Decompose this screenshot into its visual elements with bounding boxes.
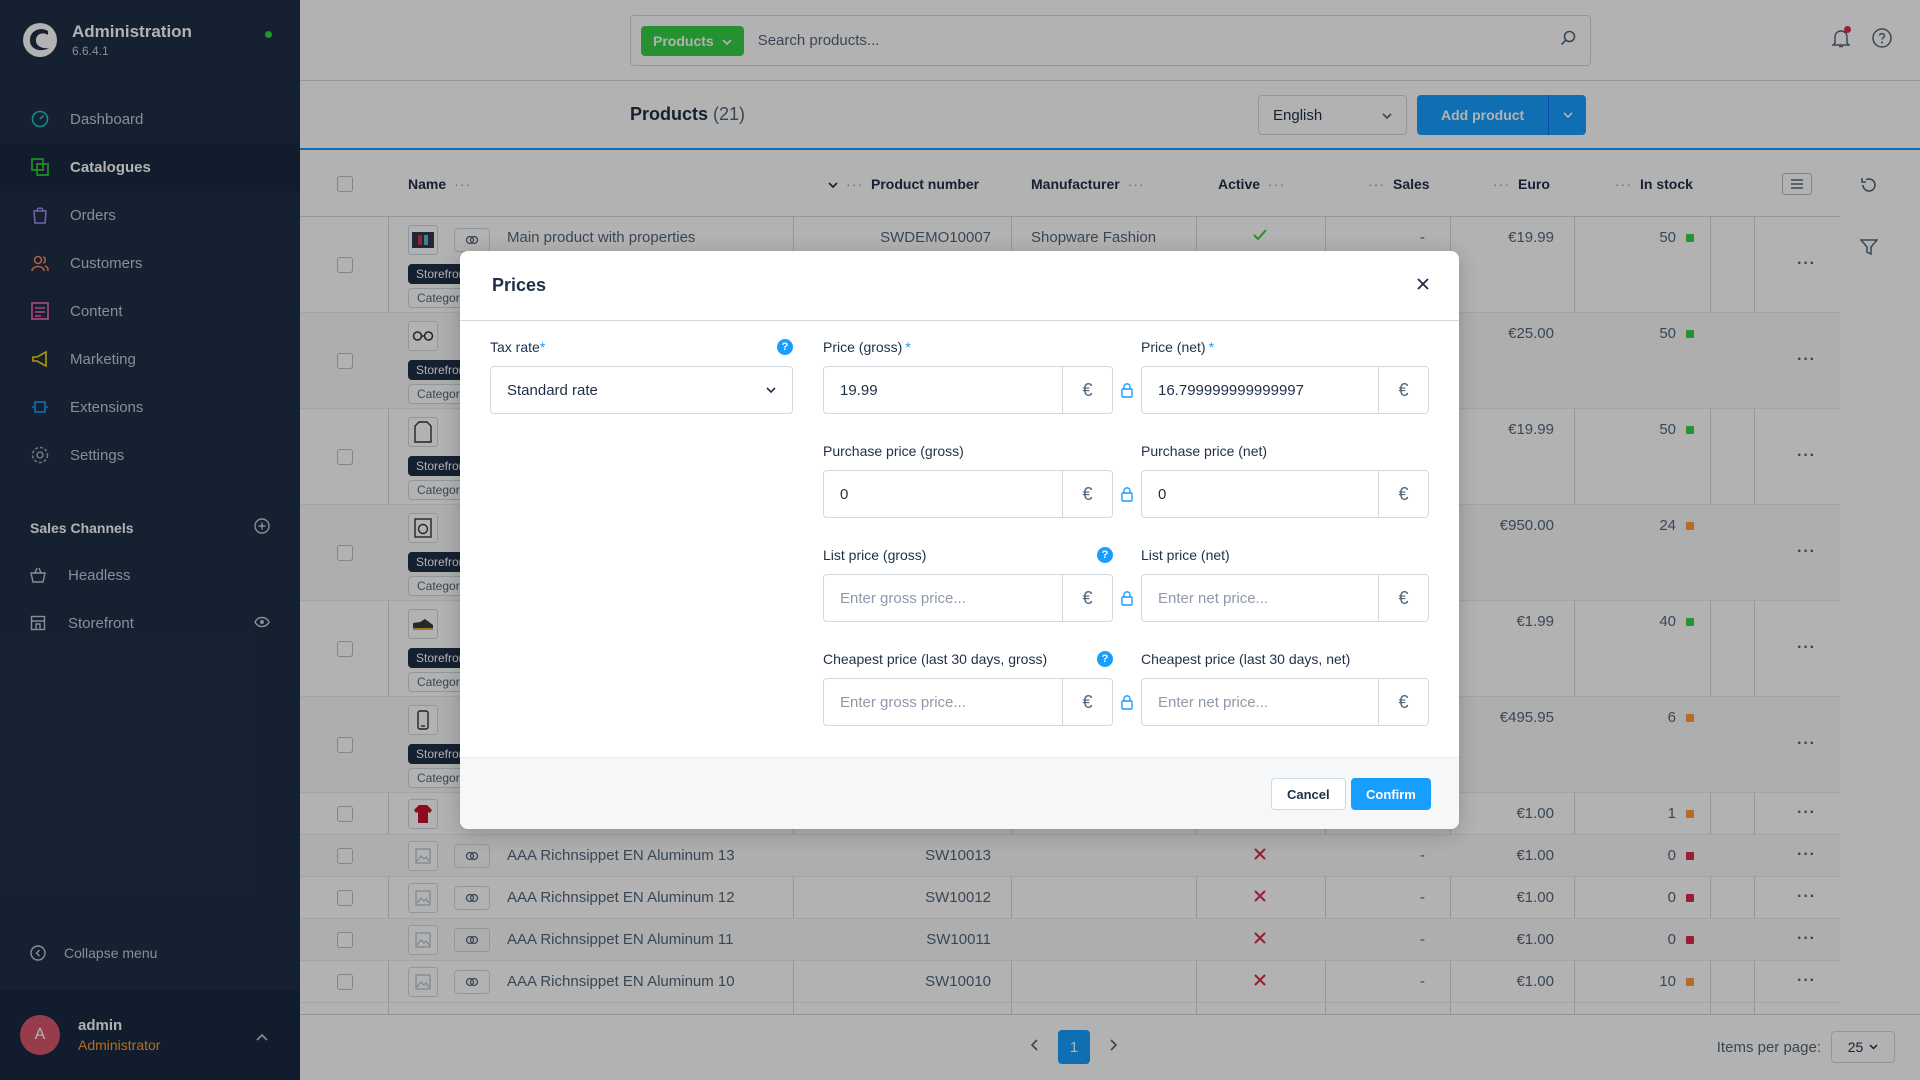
list-gross-field: € [823, 574, 1113, 622]
price-gross-field: € [823, 366, 1113, 414]
purchase-gross-input[interactable] [824, 471, 1062, 517]
help-icon[interactable]: ? [1097, 651, 1113, 667]
price-net-field: € [1141, 366, 1429, 414]
help-icon[interactable]: ? [1097, 547, 1113, 563]
chevron-down-icon [766, 386, 776, 393]
purchase-net-input[interactable] [1142, 471, 1378, 517]
cancel-button[interactable]: Cancel [1271, 778, 1346, 810]
modal-header: Prices [460, 251, 1459, 321]
required-mark: * [539, 339, 546, 355]
euro-icon: € [1062, 367, 1112, 413]
label-text: List price (gross) [823, 547, 927, 563]
lock-icon[interactable] [1120, 589, 1134, 607]
modal-title: Prices [492, 275, 547, 295]
label-text: Cheapest price (last 30 days, gross) [823, 651, 1048, 667]
list-gross-input[interactable] [824, 575, 1062, 621]
modal-body: Tax rate* ? Standard rate Price (gross) *… [460, 321, 1459, 757]
cheapest-gross-label: Cheapest price (last 30 days, gross) ? [823, 651, 1113, 667]
cheapest-gross-field: € [823, 678, 1113, 726]
euro-icon: € [1378, 575, 1428, 621]
cheapest-net-input[interactable] [1142, 679, 1378, 725]
euro-icon: € [1062, 679, 1112, 725]
required-mark: * [1208, 339, 1215, 355]
list-net-label: List price (net) [1141, 547, 1230, 563]
label-text: Cheapest price (last 30 days, net) [1141, 651, 1351, 667]
purchase-net-label: Purchase price (net) [1141, 443, 1267, 459]
prices-modal: Prices Tax rate* ? Standard rate Price (… [460, 251, 1459, 829]
cheapest-net-field: € [1141, 678, 1429, 726]
euro-icon: € [1378, 367, 1428, 413]
label-text: Price (net) [1141, 339, 1206, 355]
tax-rate-select[interactable]: Standard rate [490, 366, 793, 414]
label-text: List price (net) [1141, 547, 1230, 563]
list-net-input[interactable] [1142, 575, 1378, 621]
lock-icon[interactable] [1120, 693, 1134, 711]
select-value: Standard rate [507, 381, 598, 399]
confirm-button[interactable]: Confirm [1351, 778, 1431, 810]
euro-icon: € [1062, 575, 1112, 621]
help-icon[interactable]: ? [777, 339, 793, 355]
cheapest-gross-input[interactable] [824, 679, 1062, 725]
label-text: Tax rate [490, 339, 540, 355]
purchase-gross-label: Purchase price (gross) [823, 443, 964, 459]
price-net-input[interactable] [1142, 367, 1378, 413]
required-mark: * [905, 339, 911, 355]
label-text: Price (gross) [823, 339, 903, 355]
lock-icon[interactable] [1120, 381, 1134, 399]
euro-icon: € [1378, 471, 1428, 517]
purchase-net-field: € [1141, 470, 1429, 518]
close-icon[interactable] [1417, 277, 1429, 295]
label-text: Purchase price (net) [1141, 443, 1268, 459]
modal-footer: Cancel Confirm [460, 757, 1459, 829]
euro-icon: € [1378, 679, 1428, 725]
list-gross-label: List price (gross) ? [823, 547, 1113, 563]
purchase-gross-field: € [823, 470, 1113, 518]
price-gross-label: Price (gross) * [823, 339, 911, 355]
cheapest-net-label: Cheapest price (last 30 days, net) [1141, 651, 1350, 667]
label-text: Purchase price (gross) [823, 443, 964, 459]
price-gross-input[interactable] [824, 367, 1062, 413]
lock-icon[interactable] [1120, 485, 1134, 503]
tax-rate-label: Tax rate* ? [490, 339, 793, 355]
euro-icon: € [1062, 471, 1112, 517]
price-net-label: Price (net) * [1141, 339, 1214, 355]
list-net-field: € [1141, 574, 1429, 622]
